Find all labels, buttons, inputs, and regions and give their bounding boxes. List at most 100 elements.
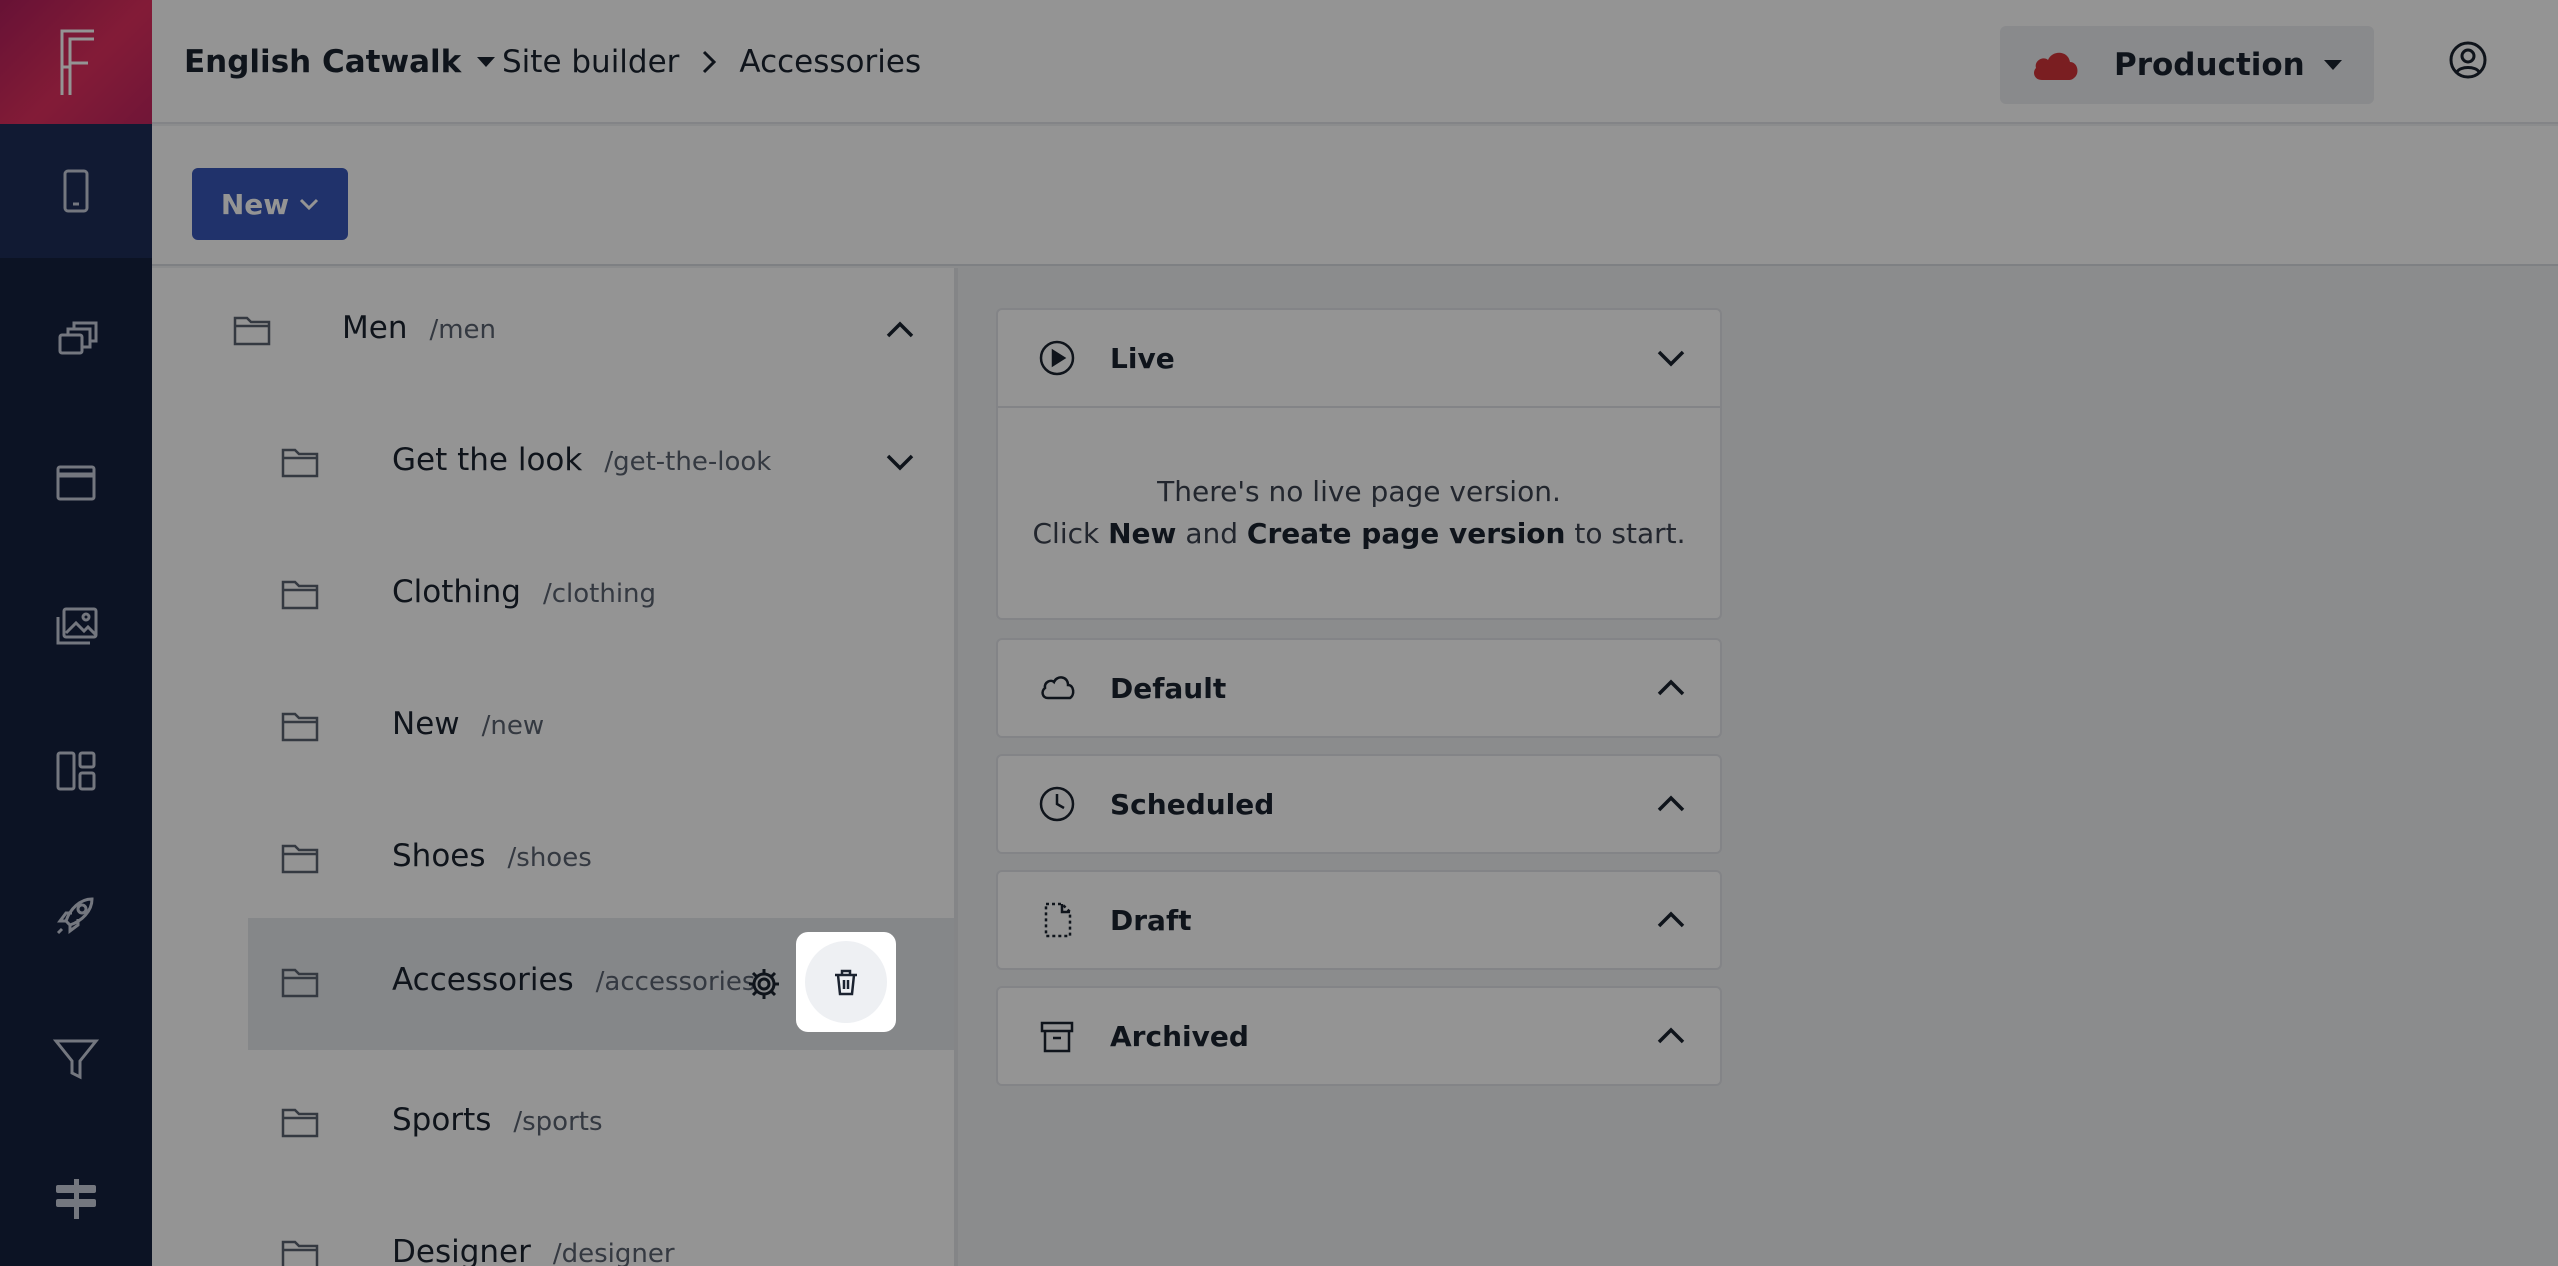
folder-icon	[281, 448, 319, 478]
breadcrumb-site-builder[interactable]: Site builder	[502, 44, 679, 80]
scheduled-panel: Scheduled	[996, 754, 1722, 854]
tree-row-shoes[interactable]: Shoes/shoes	[152, 794, 954, 926]
tree-item-path: /men	[429, 315, 497, 345]
new-button[interactable]: New	[192, 168, 348, 240]
sidebar-item-media[interactable]	[0, 560, 152, 694]
environment-selector[interactable]: Production	[2000, 26, 2374, 104]
folder-icon	[281, 844, 319, 874]
archived-panel: Archived	[996, 986, 1722, 1086]
draft-panel-header[interactable]: Draft	[998, 872, 1720, 968]
tree-row-get-the-look[interactable]: Get the look/get-the-look	[152, 398, 954, 530]
chevron-down-icon	[1657, 350, 1685, 367]
scheduled-panel-title: Scheduled	[1110, 787, 1275, 821]
breadcrumb-current: Accessories	[739, 44, 922, 80]
archived-panel-title: Archived	[1110, 1019, 1249, 1053]
draft-document-icon	[1044, 902, 1072, 938]
tree-row-men[interactable]: Men/men	[152, 268, 954, 398]
tree-item-path: /clothing	[542, 579, 657, 609]
top-bar: English Catwalk Site builder Accessories…	[152, 0, 2558, 124]
default-panel-header[interactable]: Default	[998, 640, 1720, 736]
tree-item-label: Accessories/accessories	[392, 962, 756, 998]
delete-button-circle	[805, 941, 887, 1023]
folder-icon	[281, 1108, 319, 1138]
chevron-up-icon	[1657, 1027, 1685, 1044]
signpost-icon	[56, 1179, 96, 1219]
logo[interactable]	[0, 0, 152, 124]
breadcrumb: Site builder Accessories	[502, 38, 921, 86]
mobile-icon	[63, 169, 89, 213]
media-library-icon	[56, 607, 98, 645]
page-tree: Men/men Get the look/get-the-look Clothi…	[152, 268, 958, 1266]
folder-icon	[281, 1240, 319, 1266]
archived-panel-header[interactable]: Archived	[998, 988, 1720, 1084]
tree-item-label: Men/men	[342, 310, 497, 346]
sidebar-item-mobile[interactable]	[0, 124, 152, 258]
sidebar-item-browser[interactable]	[0, 416, 152, 550]
default-panel-title: Default	[1110, 671, 1227, 705]
tree-item-path: /shoes	[507, 843, 592, 873]
tree-item-label: New/new	[392, 706, 545, 742]
new-button-label: New	[220, 187, 290, 221]
trash-icon	[835, 969, 857, 996]
tree-item-label: Clothing/clothing	[392, 574, 657, 610]
tree-row-clothing[interactable]: Clothing/clothing	[152, 530, 954, 662]
toolbar: New	[152, 126, 2558, 266]
chevron-up-icon	[1657, 679, 1685, 696]
caret-down-icon	[477, 57, 496, 67]
caret-down-icon	[2324, 60, 2342, 70]
empty-state-line-2: Click New and Create page version to sta…	[1032, 517, 1686, 550]
tree-item-path: /designer	[552, 1239, 675, 1266]
site-selector[interactable]: English Catwalk	[184, 38, 497, 86]
tree-item-label: Get the look/get-the-look	[392, 442, 772, 478]
folder-icon	[233, 316, 271, 346]
chevron-up-icon[interactable]	[884, 318, 916, 342]
sidebar-item-layout[interactable]	[0, 704, 152, 838]
pages-icon	[58, 321, 98, 355]
folder-icon	[281, 712, 319, 742]
empty-state-line-1: There's no live page version.	[1157, 475, 1561, 508]
sidebar-item-filter[interactable]	[0, 992, 152, 1126]
cloud-icon	[2034, 52, 2078, 80]
live-panel: Live There's no live page version. Click…	[996, 308, 1722, 620]
sidebar	[0, 0, 152, 1266]
chevron-down-icon	[300, 198, 319, 211]
archive-box-icon	[1040, 1021, 1074, 1053]
tree-item-path: /new	[481, 711, 545, 741]
folder-icon	[281, 580, 319, 610]
browser-window-icon	[56, 465, 96, 501]
cloud-outline-icon	[1041, 676, 1075, 700]
tree-item-path: /get-the-look	[604, 447, 772, 477]
live-panel-empty-state: There's no live page version. Click New …	[998, 406, 1720, 618]
default-panel: Default	[996, 638, 1722, 738]
sidebar-item-pages[interactable]	[0, 272, 152, 406]
chevron-up-icon	[1657, 911, 1685, 928]
tree-row-new[interactable]: New/new	[152, 662, 954, 794]
tree-item-path: /accessories	[595, 967, 756, 997]
play-circle-icon	[1039, 340, 1075, 376]
chevron-right-icon	[703, 50, 717, 74]
tree-row-sports[interactable]: Sports/sports	[152, 1058, 954, 1190]
tree-item-label: Designer/designer	[392, 1234, 675, 1266]
environment-name: Production	[2114, 47, 2305, 83]
logo-icon	[60, 29, 94, 95]
tree-item-label: Sports/sports	[392, 1102, 603, 1138]
sidebar-item-deploy[interactable]	[0, 848, 152, 982]
sidebar-item-redirects[interactable]	[0, 1132, 152, 1266]
tree-row-designer[interactable]: Designer/designer	[152, 1190, 954, 1266]
chevron-down-icon[interactable]	[884, 450, 916, 474]
layout-icon	[56, 751, 96, 791]
user-account-icon[interactable]	[2448, 40, 2488, 80]
folder-icon	[281, 968, 319, 998]
rocket-icon	[56, 897, 94, 935]
tree-item-path: /sports	[513, 1107, 603, 1137]
live-panel-title: Live	[1110, 341, 1175, 375]
filter-icon	[52, 1039, 100, 1080]
chevron-up-icon	[1657, 795, 1685, 812]
clock-icon	[1039, 786, 1075, 822]
draft-panel: Draft	[996, 870, 1722, 970]
scheduled-panel-header[interactable]: Scheduled	[998, 756, 1720, 852]
delete-button[interactable]	[796, 932, 896, 1032]
draft-panel-title: Draft	[1110, 903, 1192, 937]
live-panel-header[interactable]: Live	[998, 310, 1720, 406]
settings-gear-icon[interactable]	[746, 966, 782, 1002]
